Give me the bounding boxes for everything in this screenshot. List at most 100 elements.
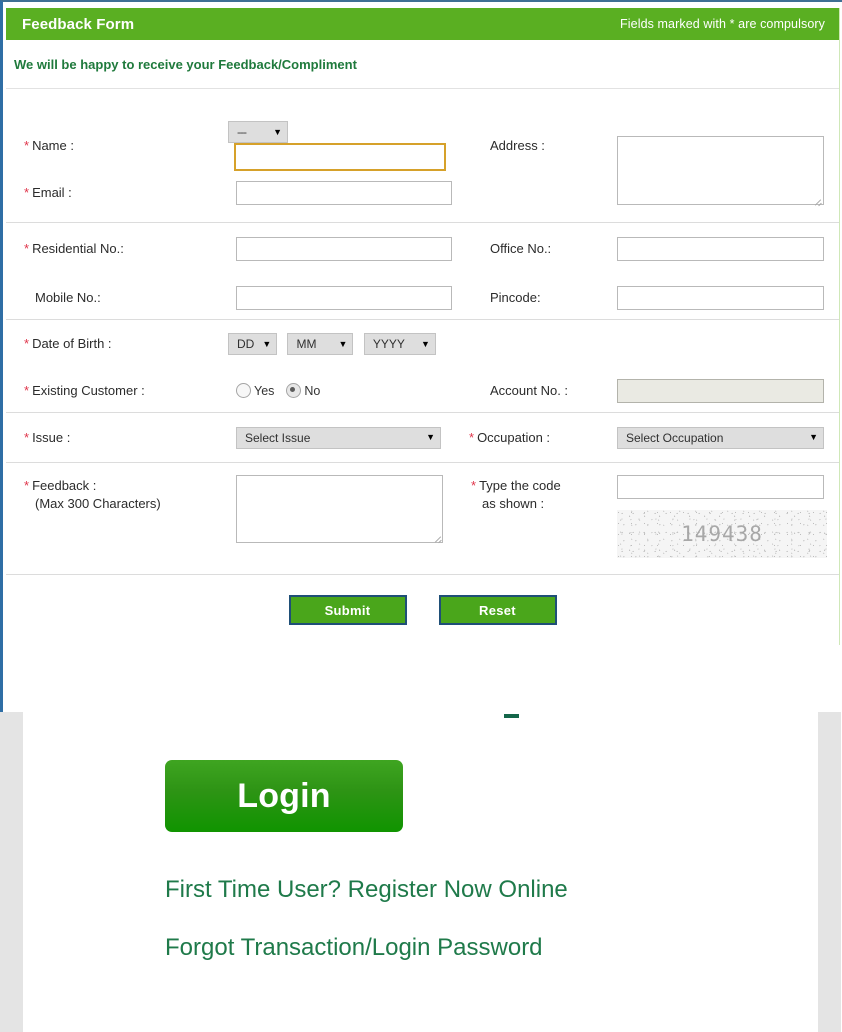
name-title-select[interactable]: --- ▼ [228, 121, 288, 143]
page-title: Feedback Form [22, 15, 135, 33]
chevron-down-icon: ▼ [338, 338, 348, 349]
radio-no-label: No [304, 383, 321, 398]
required-asterisk: * [24, 478, 30, 493]
name-input[interactable] [234, 143, 446, 171]
radio-yes[interactable] [236, 383, 251, 398]
captcha-code-text: 149438 [681, 522, 763, 546]
address-textarea[interactable] [617, 136, 824, 205]
required-asterisk: * [471, 478, 477, 493]
office-no-input[interactable] [617, 237, 824, 261]
issue-label: Issue : [32, 429, 71, 445]
email-input[interactable] [236, 181, 452, 205]
occupation-label: Occupation : [477, 429, 551, 445]
radio-no[interactable] [286, 383, 302, 398]
occupation-label-cell: * Occupation : [457, 429, 617, 447]
account-field-cell [617, 378, 839, 403]
submit-button[interactable]: Submit [288, 595, 407, 625]
captcha-image: 149438 [617, 510, 827, 558]
existing-customer-label-cell: * Existing Customer : [6, 382, 228, 400]
chevron-down-icon: ▼ [273, 126, 282, 137]
dob-day-value: DD [237, 337, 255, 351]
feedback-label: Feedback : [32, 478, 97, 493]
forgot-password-link[interactable]: Forgot Transaction/Login Password [165, 934, 543, 962]
feedback-textarea[interactable] [236, 475, 443, 543]
dob-field-cell: DD ▼ MM ▼ YYYY ▼ [228, 333, 457, 355]
account-label: Account No. : [490, 382, 569, 398]
account-no-input[interactable] [617, 378, 824, 403]
occupation-value: Select Occupation [626, 430, 724, 445]
issue-label-cell: * Issue : [6, 429, 228, 447]
pincode-label: Pincode: [490, 289, 541, 305]
dob-label: Date of Birth : [32, 336, 112, 352]
name-title-value: --- [237, 125, 247, 139]
issue-value: Select Issue [245, 430, 311, 445]
section-feedback-captcha: * Feedback : (Max 300 Characters) * Type t… [6, 463, 839, 575]
login-button[interactable]: Login [165, 760, 403, 832]
email-field-cell [228, 181, 457, 205]
dob-month-select[interactable]: MM ▼ [287, 333, 354, 355]
section-spacer-top [6, 89, 839, 121]
left-edge-strip [0, 712, 23, 1032]
name-label: Name : [32, 138, 74, 154]
required-asterisk: * [469, 429, 475, 445]
dob-label-cell: * Date of Birth : [6, 335, 228, 353]
dob-day-select[interactable]: DD ▼ [228, 333, 277, 355]
section-contact: * Residential No.: Office No.: Mobile No.… [6, 223, 839, 320]
pincode-label-cell: Pincode: [457, 289, 617, 307]
register-link[interactable]: First Time User? Register Now Online [165, 876, 568, 904]
chevron-down-icon: ▼ [420, 338, 430, 349]
mobile-label-cell: Mobile No.: [6, 289, 228, 307]
existing-customer-radio-group: Yes No [236, 383, 457, 398]
pincode-field-cell [617, 285, 839, 310]
chevron-down-icon: ▼ [262, 338, 272, 349]
form-header-bar: Feedback Form Fields marked with * are c… [6, 8, 839, 40]
dob-year-value: YYYY [372, 337, 405, 351]
dob-month-value: MM [296, 337, 317, 351]
captcha-label: Type the code [479, 478, 561, 493]
radio-yes-label: Yes [254, 383, 275, 398]
section-personal: * Name : --- ▼ Address : * Email: [6, 121, 839, 223]
issue-field-cell: Select Issue ▼ [228, 426, 457, 449]
chevron-down-icon: ▼ [809, 432, 818, 442]
dob-year-select[interactable]: YYYY ▼ [363, 333, 436, 355]
captcha-label-cell: * Type the code as shown : [457, 463, 617, 512]
residential-label-cell: * Residential No.: [6, 240, 228, 258]
office-field-cell [617, 237, 839, 261]
required-asterisk: * [24, 138, 30, 154]
captcha-input[interactable] [617, 475, 824, 499]
email-label-cell: * Email : [6, 184, 228, 202]
account-label-cell: Account No. : [457, 382, 617, 400]
name-field-cell: --- ▼ [228, 121, 457, 171]
form-action-buttons: Submit Reset [6, 575, 839, 645]
pincode-input[interactable] [617, 285, 824, 310]
required-asterisk: * [24, 336, 30, 352]
required-asterisk: * [24, 429, 30, 445]
required-fields-note: Fields marked with * are compulsory [620, 17, 825, 31]
address-label-cell: Address : [457, 137, 617, 155]
chevron-down-icon: ▼ [426, 432, 435, 442]
divider-dash [504, 714, 519, 718]
required-asterisk: * [24, 382, 30, 398]
feedback-label-cell: * Feedback : (Max 300 Characters) [6, 463, 228, 512]
occupation-select[interactable]: Select Occupation ▼ [617, 426, 824, 449]
issue-select[interactable]: Select Issue ▼ [236, 426, 441, 449]
section-dob-customer: * Date of Birth : DD ▼ MM ▼ YYYY ▼ * Exi… [6, 320, 839, 413]
office-label: Office No.: [490, 241, 552, 257]
required-asterisk: * [24, 185, 30, 201]
mobile-field-cell [228, 285, 457, 310]
captcha-sublabel: as shown : [482, 495, 545, 511]
form-subtitle: We will be happy to receive your Feedbac… [14, 56, 357, 72]
section-issue-occupation: * Issue : Select Issue ▼ * Occupation : Se… [6, 413, 839, 463]
residential-field-cell [228, 237, 457, 261]
feedback-field-cell [228, 463, 457, 548]
reset-button[interactable]: Reset [438, 595, 557, 625]
right-edge-strip [818, 712, 841, 1032]
feedback-sublabel: (Max 300 Characters) [35, 495, 161, 511]
residential-no-input[interactable] [236, 237, 452, 261]
address-label: Address : [490, 138, 545, 154]
captcha-field-cell: 149438 [617, 463, 839, 558]
residential-label: Residential No.: [32, 241, 124, 257]
mobile-no-input[interactable] [236, 285, 452, 310]
required-asterisk: * [24, 241, 30, 257]
occupation-field-cell: Select Occupation ▼ [617, 426, 839, 449]
